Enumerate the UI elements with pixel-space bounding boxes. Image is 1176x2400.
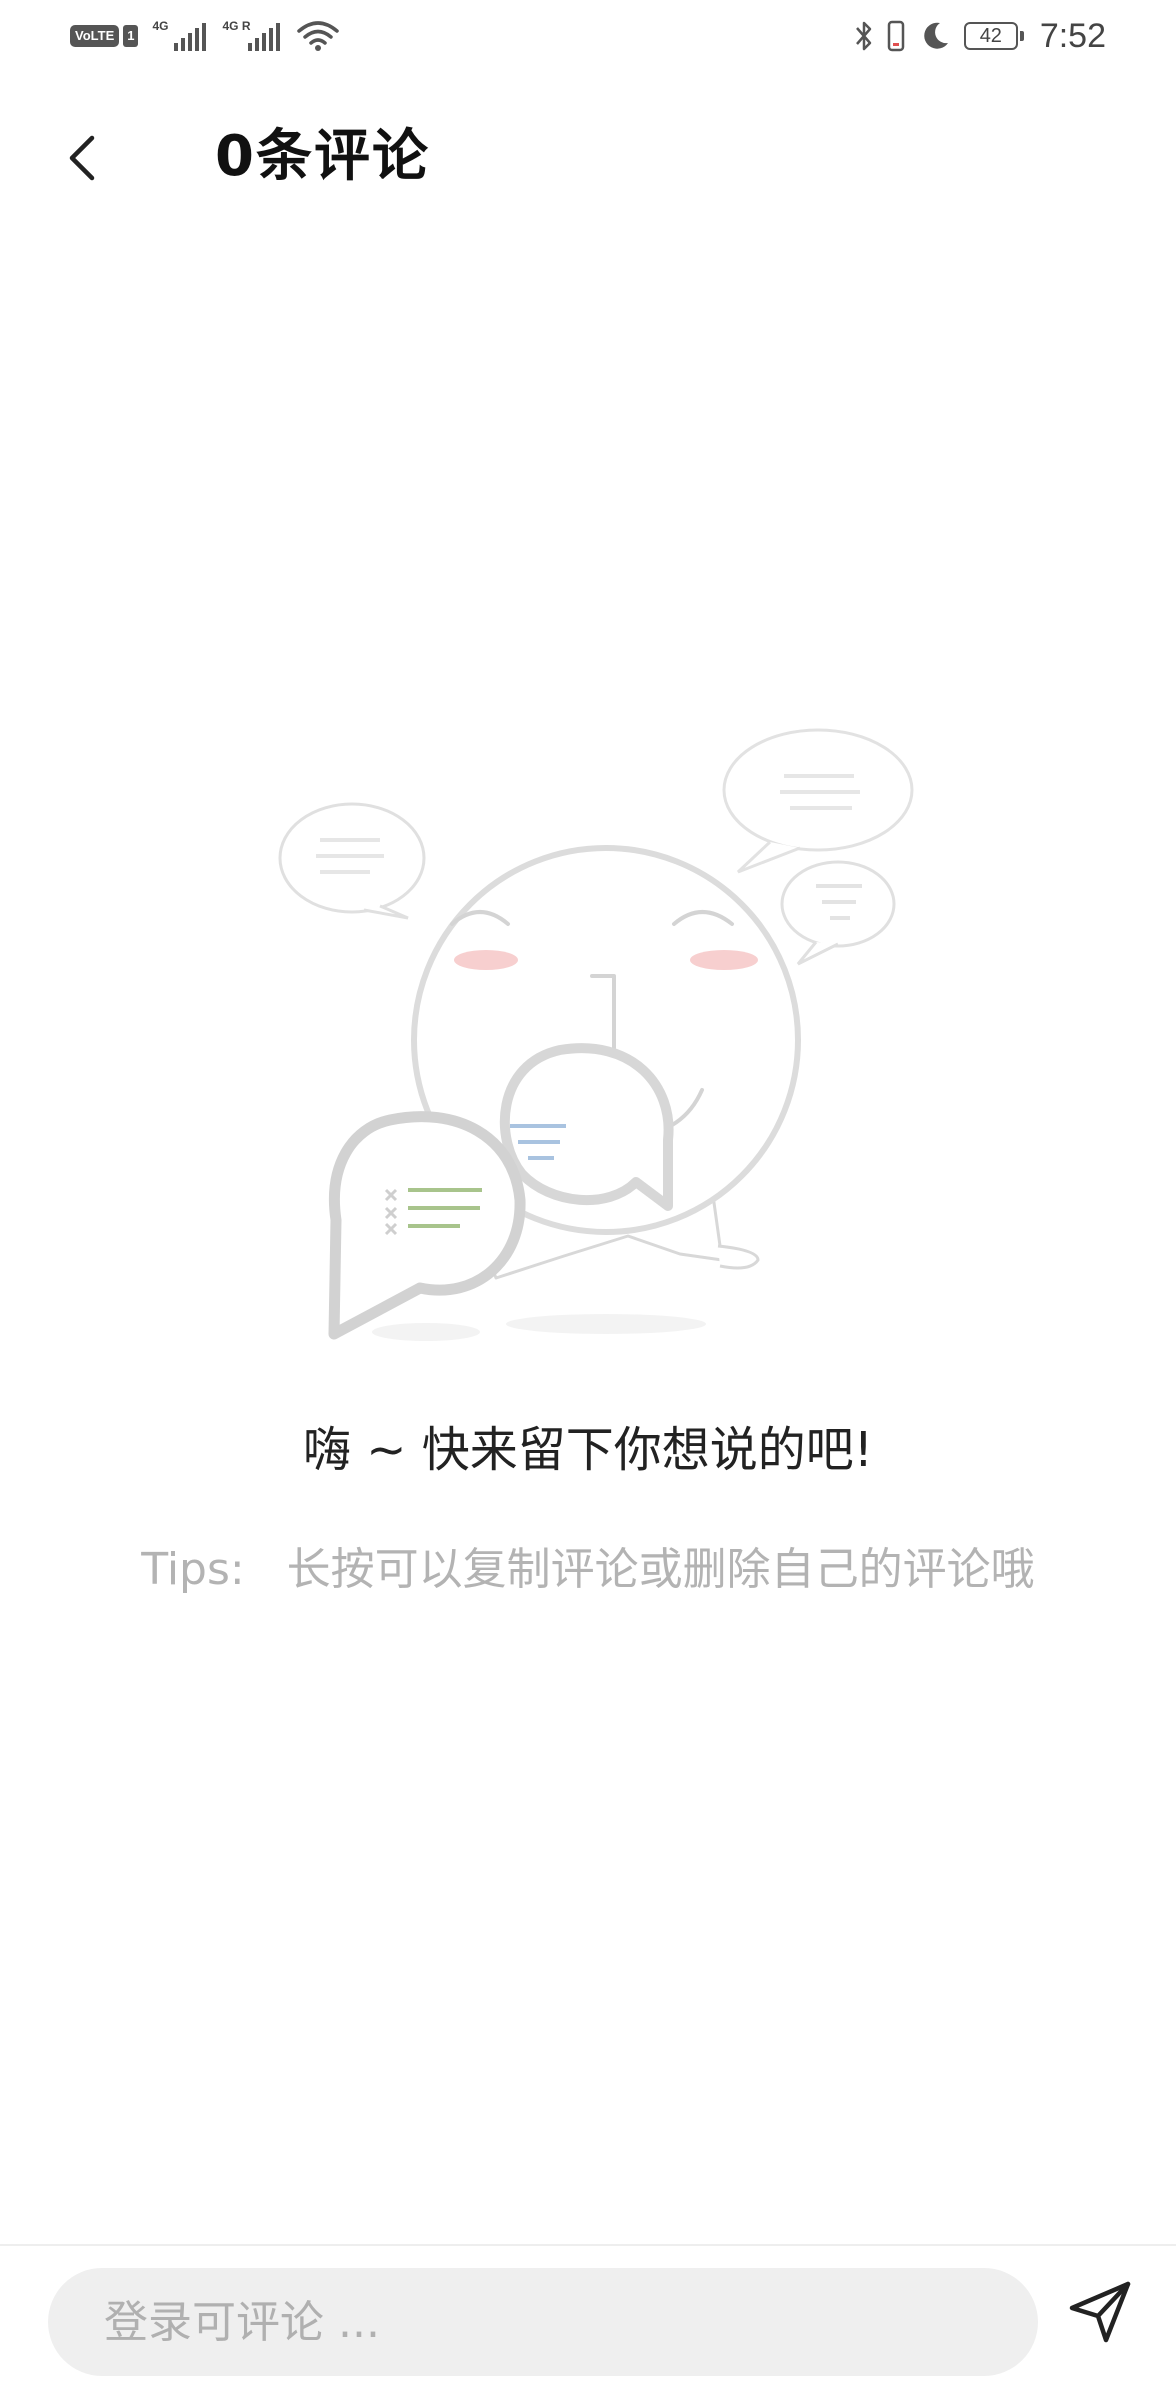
network-type-label: 4G R [222, 19, 251, 33]
signal-icon: 4G R [222, 19, 282, 51]
empty-state-message: 嗨 ~ 快来留下你想说的吧! [303, 1422, 873, 1478]
comment-bar [0, 2244, 1176, 2400]
sim-label: 1 [123, 25, 139, 47]
speech-bubble-icon [780, 860, 896, 966]
status-right-group: 42 7:52 [854, 14, 1106, 58]
comment-bubble-icon [499, 1043, 674, 1211]
back-chevron-icon [69, 135, 95, 181]
page-title: 0条评论 [215, 124, 430, 189]
page-header: 0条评论 [0, 100, 1176, 220]
vibrate-icon [887, 20, 905, 52]
speech-bubble-icon [278, 802, 426, 920]
send-button[interactable] [1062, 2274, 1138, 2350]
comment-bubble-icon [328, 1111, 526, 1340]
speech-bubble-icon [722, 728, 914, 874]
moon-icon [924, 22, 948, 49]
bluetooth-icon [855, 21, 872, 51]
comment-input[interactable] [48, 2268, 1038, 2376]
network-type-label: 4G [152, 19, 169, 33]
empty-comments-illustration [278, 728, 914, 1341]
tips-text: Tips: 长按可以复制评论或删除自己的评论哦 [141, 1544, 1035, 1595]
comments-screen: VoLTE 1 4G 4G R 42 7:52 0条评论 嗨 ~ 快来留下你想说… [0, 0, 1176, 2400]
signal-icon: 4G [152, 19, 208, 51]
wifi-icon [297, 21, 340, 51]
status-time: 7:52 [1039, 16, 1106, 55]
volte-label: VoLTE [70, 25, 120, 47]
status-bar: VoLTE 1 4G 4G R 42 7:52 [0, 0, 1176, 72]
send-icon [1069, 2281, 1131, 2343]
back-button[interactable] [52, 122, 122, 192]
battery-icon: 42 [963, 22, 1024, 50]
volte-icon: VoLTE 1 [70, 25, 139, 47]
status-left-group: VoLTE 1 4G 4G R [70, 18, 340, 54]
battery-level: 42 [979, 24, 1002, 47]
